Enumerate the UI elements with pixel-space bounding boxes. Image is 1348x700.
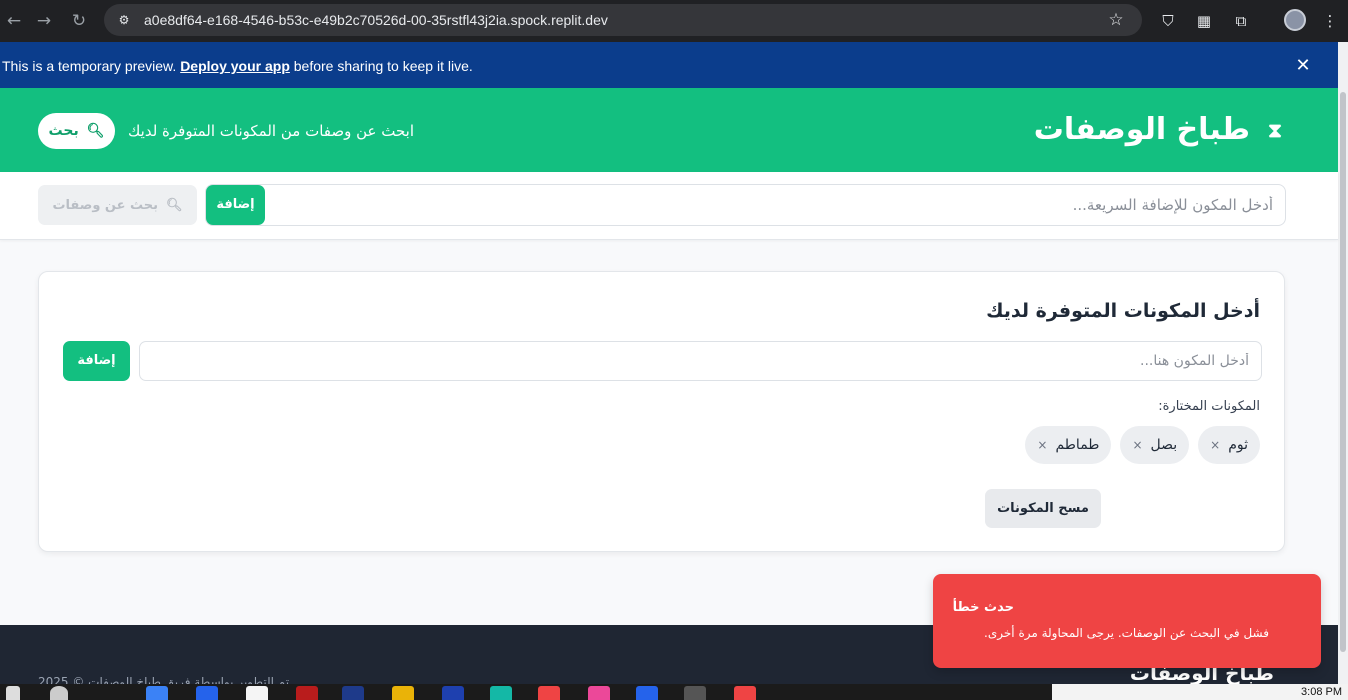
- app-taskbar-icon[interactable]: [296, 686, 318, 700]
- chip-label: بصل: [1150, 437, 1178, 453]
- app-taskbar-icon[interactable]: [442, 686, 464, 700]
- deploy-link[interactable]: Deploy your app: [180, 58, 290, 74]
- header-tagline: ابحث عن وصفات من المكونات المتوفرة لديك: [128, 122, 415, 140]
- app-taskbar-icon[interactable]: [342, 686, 364, 700]
- forward-icon[interactable]: →: [32, 9, 56, 33]
- puzzle-extension-icon[interactable]: ⧉: [1229, 9, 1253, 33]
- page-scrollbar[interactable]: [1338, 42, 1348, 684]
- quick-add-button[interactable]: إضافة: [206, 185, 265, 225]
- toast-title: حدث خطأ: [952, 600, 1014, 615]
- close-icon[interactable]: ✕: [1292, 54, 1314, 76]
- app-taskbar-icon[interactable]: [490, 686, 512, 700]
- app-taskbar-icon[interactable]: [196, 686, 218, 700]
- search-icon: 🔍︎: [166, 197, 183, 213]
- search-taskbar-icon[interactable]: [50, 686, 68, 700]
- search-recipes-label: بحث عن وصفات: [52, 197, 159, 213]
- app-title: طباخ الوصفات: [1033, 112, 1250, 147]
- chrome-taskbar-icon[interactable]: [734, 686, 756, 700]
- chef-hat-icon: ⧗: [1267, 117, 1282, 142]
- card-title: أدخل المكونات المتوفرة لديك: [986, 300, 1260, 322]
- shield-extension-icon[interactable]: ⛉: [1156, 9, 1180, 33]
- ingredient-chip: بصل ×: [1120, 426, 1190, 464]
- app-taskbar-icon[interactable]: [146, 686, 168, 700]
- remove-chip-icon[interactable]: ×: [1210, 438, 1220, 452]
- address-bar[interactable]: ⚙ a0e8df64-e168-4546-b53c-e49b2c70526d-0…: [104, 4, 1142, 36]
- system-tray: 3:08 PM: [1052, 684, 1348, 700]
- profile-avatar[interactable]: [1284, 9, 1306, 31]
- scrollbar-thumb[interactable]: [1340, 92, 1346, 652]
- chip-label: طماطم: [1055, 437, 1100, 453]
- app-logo[interactable]: ⧗ طباخ الوصفات: [1034, 112, 1282, 147]
- menu-dots-icon[interactable]: ⋮: [1318, 9, 1342, 33]
- quick-ingredient-input[interactable]: [205, 184, 1286, 226]
- banner-suffix: before sharing to keep it live.: [293, 58, 473, 74]
- header-search-label: بحث: [48, 123, 79, 139]
- taskbar-clock[interactable]: 3:08 PM: [1301, 686, 1342, 698]
- bookmark-star-icon[interactable]: ☆: [1104, 8, 1128, 32]
- remove-chip-icon[interactable]: ×: [1132, 438, 1142, 452]
- ingredient-chips: ثوم × بصل × طماطم ×: [1025, 426, 1260, 464]
- vscode-taskbar-icon[interactable]: [636, 686, 658, 700]
- error-toast[interactable]: حدث خطأ فشل في البحث عن الوصفات. يرجى ال…: [933, 574, 1321, 668]
- banner-prefix: This is a temporary preview.: [2, 58, 177, 74]
- qr-extension-icon[interactable]: ▦: [1192, 9, 1216, 33]
- app-taskbar-icon[interactable]: [588, 686, 610, 700]
- preview-banner: This is a temporary preview. Deploy your…: [0, 42, 1338, 88]
- app-taskbar-icon[interactable]: [246, 686, 268, 700]
- chip-label: ثوم: [1228, 437, 1248, 453]
- search-recipes-button[interactable]: 🔍︎ بحث عن وصفات: [38, 185, 197, 225]
- remove-chip-icon[interactable]: ×: [1037, 438, 1047, 452]
- os-taskbar: 3:08 PM: [0, 684, 1348, 700]
- search-icon: 🔍︎: [86, 123, 105, 139]
- folder-taskbar-icon[interactable]: [392, 686, 414, 700]
- chrome-taskbar-icon[interactable]: [538, 686, 560, 700]
- clear-ingredients-button[interactable]: مسح المكونات: [985, 489, 1101, 528]
- site-info-icon[interactable]: ⚙: [112, 8, 136, 32]
- ingredient-chip: طماطم ×: [1025, 426, 1112, 464]
- quick-add-bar: إضافة 🔍︎ بحث عن وصفات: [0, 172, 1338, 240]
- banner-message: This is a temporary preview. Deploy your…: [2, 42, 473, 90]
- ingredient-chip: ثوم ×: [1198, 426, 1260, 464]
- app-taskbar-icon[interactable]: [684, 686, 706, 700]
- browser-toolbar: ← → ↻ ⚙ a0e8df64-e168-4546-b53c-e49b2c70…: [0, 0, 1348, 42]
- add-ingredient-button[interactable]: إضافة: [63, 341, 130, 381]
- ingredients-card: أدخل المكونات المتوفرة لديك إضافة المكون…: [38, 271, 1285, 552]
- toast-message: فشل في البحث عن الوصفات. يرجى المحاولة م…: [984, 626, 1269, 640]
- reload-icon[interactable]: ↻: [67, 9, 91, 33]
- url-text[interactable]: a0e8df64-e168-4546-b53c-e49b2c70526d-00-…: [144, 4, 608, 36]
- back-icon[interactable]: ←: [2, 9, 26, 33]
- header-search-button[interactable]: 🔍︎ بحث: [38, 113, 115, 149]
- selected-ingredients-label: المكونات المختارة:: [1158, 399, 1260, 414]
- ingredient-input[interactable]: [139, 341, 1262, 381]
- app-header: ⧗ طباخ الوصفات ابحث عن وصفات من المكونات…: [0, 88, 1338, 172]
- windows-start-icon[interactable]: [6, 686, 20, 700]
